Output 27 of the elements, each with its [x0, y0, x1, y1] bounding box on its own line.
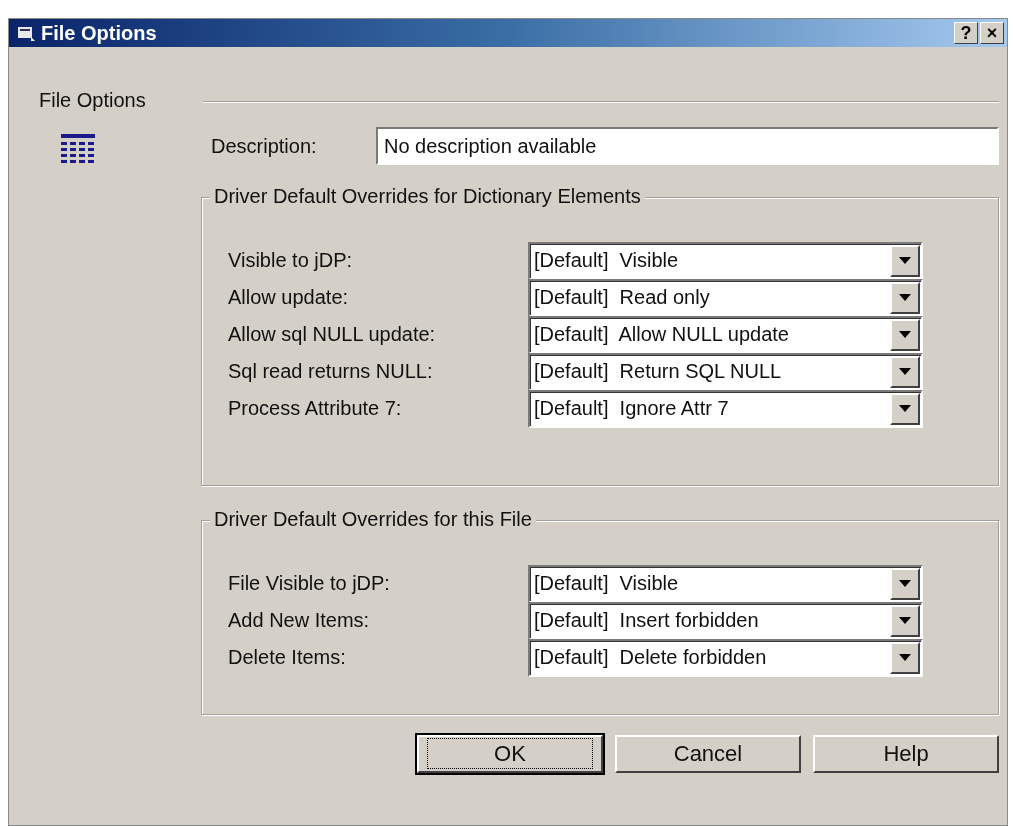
window-icon	[17, 25, 35, 41]
close-button[interactable]: ×	[980, 22, 1004, 44]
dropdown-field[interactable]: [Default] Visible	[528, 564, 923, 603]
dialog-button[interactable]: OK	[417, 735, 603, 773]
field-label: Add New Items:	[228, 609, 371, 632]
dropdown-field[interactable]: [Default] Allow NULL update	[528, 315, 923, 354]
dialog-button[interactable]: Cancel	[615, 735, 801, 773]
field-label: Visible to jDP:	[228, 249, 354, 272]
window-title: File Options	[41, 21, 158, 45]
help-button[interactable]: ?	[954, 22, 978, 44]
field-label: Process Attribute 7:	[228, 397, 403, 420]
description-label: Description:	[211, 134, 318, 158]
field-label: Allow update:	[228, 286, 350, 309]
field-label: File Visible to jDP:	[228, 572, 391, 595]
group-title: Driver Default Overrides for Dictionary Elements	[210, 185, 645, 208]
section-label: File Options	[39, 89, 147, 112]
field-label: Sql read returns NULL:	[228, 360, 434, 383]
dropdown-field[interactable]: [Default] Delete forbidden	[528, 638, 923, 677]
dialog-button[interactable]: Help	[813, 735, 999, 773]
dropdown-field[interactable]: [Default] Ignore Attr 7	[528, 389, 923, 428]
dropdown-field[interactable]: [Default] Visible	[528, 241, 923, 280]
description-field[interactable]: No description available	[376, 127, 999, 165]
dropdown-field[interactable]: [Default] Read only	[528, 278, 923, 317]
dropdown-field[interactable]: [Default] Return SQL NULL	[528, 352, 923, 391]
field-label: Allow sql NULL update:	[228, 323, 437, 346]
field-label: Delete Items:	[228, 646, 347, 669]
dropdown-field[interactable]: [Default] Insert forbidden	[528, 601, 923, 640]
